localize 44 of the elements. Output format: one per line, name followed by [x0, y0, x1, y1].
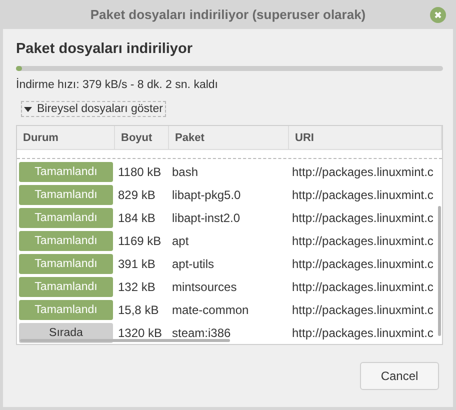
table-cell-text: http://packages.linuxmint.c [291, 164, 434, 178]
status-badge: Tamamlandı [19, 208, 113, 228]
table-cell-text: http://packages.linuxmint.c [291, 326, 434, 340]
table-cell-text: 15,8 kB [117, 302, 160, 316]
column-header[interactable]: URI [289, 126, 442, 149]
table-cell-text: 184 kB [117, 210, 156, 224]
status-badge: Tamamlandı [19, 300, 113, 320]
triangle-icon [24, 105, 32, 113]
table-cell-text: http://packages.linuxmint.c [291, 256, 434, 270]
cancel-button[interactable]: Cancel [360, 362, 439, 390]
column-header[interactable]: Durum [17, 126, 115, 149]
table-cell-text: libapt-inst2.0 [171, 210, 242, 224]
column-header[interactable]: Paket [169, 126, 289, 149]
status-badge: Tamamlandı [19, 230, 113, 250]
table-cell-text: steam:i386 [171, 326, 232, 340]
table-cell-text: http://packages.linuxmint.c [291, 188, 434, 202]
table-cell-text: 132 kB [117, 280, 156, 294]
heading: Paket dosyaları indiriliyor [16, 41, 194, 57]
table-cell-text: 1180 kB [117, 164, 162, 178]
table-cell-text: apt [171, 234, 190, 248]
table-cell-text: apt-utils [171, 256, 216, 270]
table-cell-text: mate-common [171, 302, 250, 316]
status-badge: Tamamlandı [19, 162, 113, 182]
details-expander[interactable]: Bireysel dosyaları göster [21, 101, 166, 117]
horizontal-scrollbar[interactable] [20, 339, 230, 342]
status-badge: Tamamlandı [19, 184, 113, 204]
window-title: Paket dosyaları indiriliyor (superuser olarak) [90, 7, 366, 22]
table-cell-text: http://packages.linuxmint.c [291, 280, 434, 294]
status-badge: Tamamlandı [19, 276, 113, 296]
download-status: İndirme hızı: 379 kB/s - 8 dk. 2 sn. kaldı [16, 79, 219, 91]
close-icon[interactable] [430, 7, 446, 23]
table-cell-text: http://packages.linuxmint.c [291, 210, 434, 224]
table-cell-text: 1169 kB [117, 234, 162, 248]
table-cell-text: http://packages.linuxmint.c [291, 234, 434, 248]
table-cell-text: bash [171, 164, 200, 178]
status-badge: Tamamlandı [19, 254, 113, 274]
table-cell-text: http://packages.linuxmint.c [291, 302, 434, 316]
vertical-scrollbar[interactable] [438, 206, 441, 336]
table-cell-text: mintsources [171, 280, 238, 294]
table-cell-text: 829 kB [117, 188, 156, 202]
table-cell-text: libapt-pkg5.0 [171, 188, 242, 202]
table-cell-text: 1320 kB [117, 326, 164, 340]
table-cell-text: 391 kB [117, 256, 156, 270]
column-header[interactable]: Boyut [115, 126, 169, 149]
